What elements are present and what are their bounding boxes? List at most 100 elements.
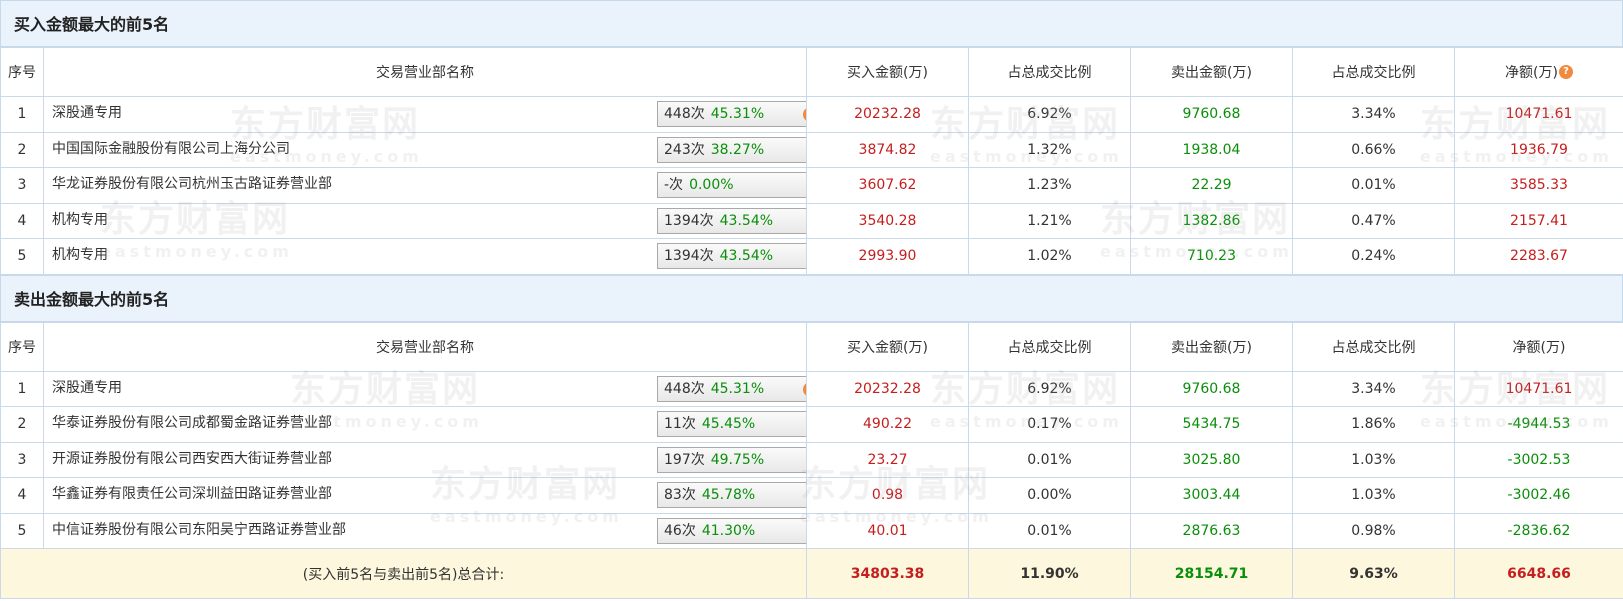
broker-name-link[interactable]: 华泰证券股份有限公司成都蜀金路证券营业部 [52, 412, 332, 432]
buy-amount: 20232.28 [806, 370, 969, 407]
col-sell-ratio: 占总成交比例 [1292, 47, 1455, 97]
sell-ratio: 0.98% [1292, 512, 1455, 549]
sell-ratio: 0.01% [1292, 167, 1455, 204]
buy-amount: 2993.90 [806, 238, 969, 275]
sell-ratio: 1.03% [1292, 441, 1455, 478]
buy-table-row: 1 深股通专用 448次 45.31%?20232.286.92%9760.683.3… [0, 96, 1623, 133]
net-amount: -3002.53 [1454, 441, 1623, 478]
sell-table-row: 1 深股通专用 448次 45.31%?20232.286.92%9760.683.3… [0, 370, 1623, 407]
sell-ratio: 0.24% [1292, 238, 1455, 275]
broker-cell: 中信证券股份有限公司东阳吴宁西路证券营业部 46次 41.30% [43, 512, 807, 549]
sell-ratio: 1.86% [1292, 406, 1455, 443]
sell-amount: 5434.75 [1130, 406, 1293, 443]
sell-amount: 1382.86 [1130, 202, 1293, 239]
broker-name-link[interactable]: 华鑫证券有限责任公司深圳益田路证券营业部 [52, 483, 332, 503]
row-index: 2 [0, 131, 44, 168]
buy-ratio: 1.32% [968, 131, 1131, 168]
broker-count: 1394次 [664, 248, 714, 264]
buy-amount: 3874.82 [806, 131, 969, 168]
net-amount: -3002.46 [1454, 477, 1623, 514]
buy-amount: 3540.28 [806, 202, 969, 239]
row-index: 3 [0, 441, 44, 478]
broker-stats-button[interactable]: 448次 45.31%? [657, 101, 806, 127]
total-sell-amount: 28154.71 [1130, 548, 1293, 599]
broker-win-rate: 41.30% [701, 522, 756, 539]
broker-cell: 华鑫证券有限责任公司深圳益田路证券营业部 83次 45.78% [43, 477, 807, 514]
broker-win-rate: 45.78% [701, 487, 756, 503]
broker-name-link[interactable]: 机构专用 [52, 244, 108, 264]
broker-name-link[interactable]: 开源证券股份有限公司西安西大街证券营业部 [52, 448, 332, 468]
col-net-amount: 净额(万)? [1454, 47, 1623, 97]
buy-table: 序号 交易营业部名称 买入金额(万) 占总成交比例 卖出金额(万) 占总成交比例… [0, 47, 1623, 275]
col-broker-name: 交易营业部名称 [43, 47, 807, 97]
buy-ratio: 6.92% [968, 96, 1131, 133]
broker-count: 46次 [664, 522, 696, 539]
buy-ratio: 6.92% [968, 370, 1131, 407]
net-amount: 2157.41 [1454, 202, 1623, 239]
broker-name-link[interactable]: 机构专用 [52, 209, 108, 229]
sell-amount: 3003.44 [1130, 477, 1293, 514]
col-index: 序号 [0, 321, 44, 372]
total-net-amount: 6648.66 [1454, 548, 1623, 599]
question-icon[interactable]: ? [1558, 65, 1573, 79]
buy-ratio: 0.01% [968, 512, 1131, 549]
billboard-panel: 买入金额最大的前5名 序号 交易营业部名称 买入金额(万) 占总成交比例 卖出金… [0, 0, 1623, 601]
broker-cell: 华泰证券股份有限公司成都蜀金路证券营业部 11次 45.45% [43, 406, 807, 443]
broker-stats-button[interactable]: 197次 49.75% [657, 446, 806, 473]
broker-name-link[interactable]: 华龙证券股份有限公司杭州玉古路证券营业部 [52, 173, 332, 193]
broker-stats-button[interactable]: 11次 45.45% [657, 411, 806, 437]
broker-name-link[interactable]: 深股通专用 [52, 377, 122, 397]
sell-amount: 22.29 [1130, 167, 1293, 204]
broker-win-rate: 43.54% [719, 212, 774, 229]
buy-ratio: 1.02% [968, 238, 1131, 275]
total-label: (买入前5名与卖出前5名)总合计: [0, 548, 807, 599]
col-index: 序号 [0, 47, 44, 97]
net-amount: -2836.62 [1454, 512, 1623, 549]
broker-cell: 华龙证券股份有限公司杭州玉古路证券营业部 -次 0.00% [43, 167, 807, 204]
total-buy-amount: 34803.38 [806, 548, 969, 599]
broker-cell: 机构专用 1394次 43.54% [43, 238, 807, 275]
broker-count: 11次 [664, 416, 696, 432]
broker-stats-button[interactable]: 448次 45.31%? [657, 375, 806, 402]
question-icon[interactable]: ? [803, 381, 806, 397]
broker-cell: 中国国际金融股份有限公司上海分公司 243次 38.27% [43, 131, 807, 168]
net-amount: 3585.33 [1454, 167, 1623, 204]
broker-count: -次 [664, 177, 684, 193]
row-index: 1 [0, 370, 44, 407]
broker-stats-button[interactable]: 46次 41.30% [657, 517, 806, 544]
broker-win-rate: 0.00% [689, 177, 734, 193]
broker-name-link[interactable]: 中国国际金融股份有限公司上海分公司 [52, 138, 290, 158]
question-icon[interactable]: ? [803, 107, 806, 122]
buy-ratio: 1.23% [968, 167, 1131, 204]
row-index: 4 [0, 477, 44, 514]
broker-name-link[interactable]: 中信证券股份有限公司东阳吴宁西路证券营业部 [52, 519, 346, 539]
broker-stats-button[interactable]: -次 0.00% [657, 172, 806, 198]
broker-stats-button[interactable]: 83次 45.78% [657, 482, 806, 508]
col-sell-amount: 卖出金额(万) [1130, 47, 1293, 97]
broker-stats-button[interactable]: 1394次 43.54% [657, 243, 806, 269]
net-amount: 2283.67 [1454, 238, 1623, 275]
sell-table-body: 1 深股通专用 448次 45.31%?20232.286.92%9760.683.3… [0, 370, 1623, 549]
buy-table-row: 5 机构专用 1394次 43.54% 2993.90 1.02% 710.23 0.24% 2… [0, 238, 1623, 275]
col-broker-name: 交易营业部名称 [43, 321, 807, 372]
broker-count: 448次 [664, 106, 705, 122]
sell-ratio: 0.66% [1292, 131, 1455, 168]
buy-amount: 490.22 [806, 406, 969, 443]
sell-table-row: 4 华鑫证券有限责任公司深圳益田路证券营业部 83次 45.78% 0.98 0.00% 3… [0, 477, 1623, 514]
sell-ratio: 3.34% [1292, 370, 1455, 407]
buy-table-row: 2 中国国际金融股份有限公司上海分公司 243次 38.27% 3874.82 1.32%… [0, 131, 1623, 168]
buy-ratio: 0.00% [968, 477, 1131, 514]
net-amount: 10471.61 [1454, 370, 1623, 407]
broker-stats-button[interactable]: 1394次 43.54% [657, 207, 806, 234]
sell-amount: 710.23 [1130, 238, 1293, 275]
broker-stats-button[interactable]: 243次 38.27% [657, 136, 806, 163]
broker-win-rate: 38.27% [710, 141, 765, 158]
broker-count: 197次 [664, 451, 705, 468]
broker-win-rate: 45.31% [710, 380, 765, 397]
broker-win-rate: 45.31% [710, 106, 765, 122]
broker-win-rate: 49.75% [710, 451, 765, 468]
broker-name-link[interactable]: 深股通专用 [52, 102, 122, 122]
buy-amount: 3607.62 [806, 167, 969, 204]
sell-amount: 9760.68 [1130, 370, 1293, 407]
row-index: 5 [0, 512, 44, 549]
